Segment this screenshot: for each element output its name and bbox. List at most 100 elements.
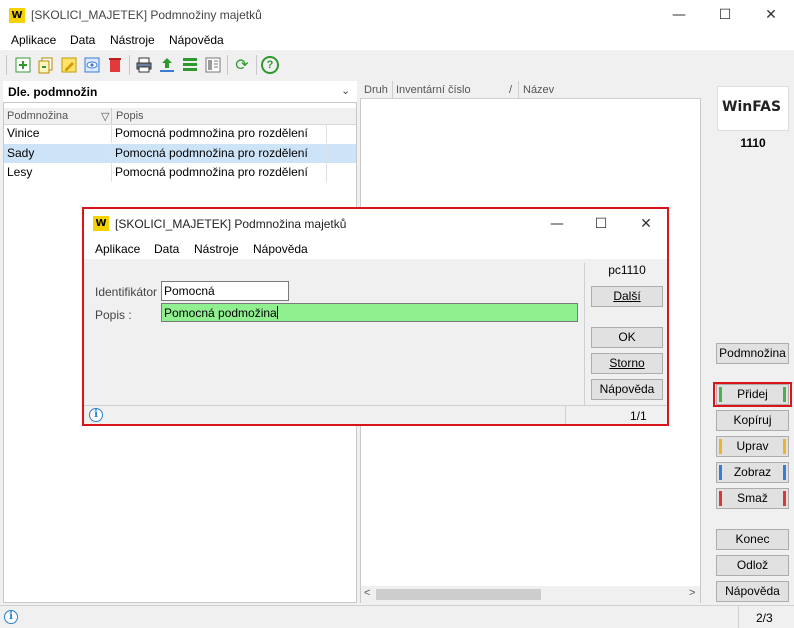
info-icon[interactable]: i bbox=[4, 610, 18, 624]
copy-icon[interactable] bbox=[36, 55, 56, 75]
popis-field-value: Pomocná podmožina bbox=[164, 306, 277, 320]
column-header-podmnozina[interactable]: Podmnožina bbox=[7, 110, 68, 122]
zobraz-button[interactable]: Zobraz bbox=[716, 462, 789, 483]
dialog-menu-data[interactable]: Data bbox=[154, 242, 179, 256]
list-icon[interactable] bbox=[180, 55, 200, 75]
zobraz-button-label: Zobraz bbox=[733, 465, 772, 479]
app-logo-icon: W bbox=[9, 8, 25, 23]
scroll-right-icon[interactable]: > bbox=[689, 587, 695, 599]
column-header-popis[interactable]: Popis bbox=[116, 110, 144, 122]
uprav-button[interactable]: Uprav bbox=[716, 436, 789, 457]
identifikator-field[interactable]: Pomocná bbox=[161, 281, 289, 301]
pridej-button-label: Přidej bbox=[737, 387, 768, 401]
pridej-button[interactable]: Přidej bbox=[716, 384, 789, 405]
storno-button-label: Storno bbox=[609, 356, 645, 370]
cell-popis: Pomocná podmnožina pro rozdělení bbox=[115, 146, 308, 160]
color-marker bbox=[719, 387, 722, 402]
delete-icon[interactable] bbox=[105, 55, 125, 75]
dialog-menu-nastroje[interactable]: Nástroje bbox=[194, 242, 239, 256]
cell-divider bbox=[111, 144, 112, 163]
smaz-button[interactable]: Smaž bbox=[716, 488, 789, 509]
scrollbar-thumb[interactable] bbox=[376, 589, 541, 600]
subset-dialog: W [SKOLICI_MAJETEK] Podmnožina majetků —… bbox=[82, 207, 669, 426]
dialog-page-indicator: 1/1 bbox=[630, 409, 647, 423]
page-indicator: 2/3 bbox=[756, 611, 773, 625]
menu-data[interactable]: Data bbox=[70, 33, 95, 47]
odloz-button-label: Odlož bbox=[736, 558, 769, 572]
cell-divider bbox=[111, 124, 112, 143]
konec-button-label: Konec bbox=[735, 532, 770, 546]
popis-label: Popis : bbox=[95, 308, 132, 322]
table-row-selected[interactable]: Sady Pomocná podmnožina pro rozdělení bbox=[4, 144, 356, 163]
column-divider bbox=[111, 108, 112, 125]
scroll-left-icon[interactable]: < bbox=[364, 587, 370, 599]
napoveda-button[interactable]: Nápověda bbox=[716, 581, 789, 602]
smaz-button-label: Smaž bbox=[737, 491, 768, 505]
color-marker bbox=[783, 439, 786, 454]
refresh-icon[interactable]: ⟳ bbox=[232, 55, 252, 75]
cell-podmnozina: Sady bbox=[7, 146, 35, 160]
dialog-close-button[interactable]: ✕ bbox=[623, 209, 669, 239]
color-marker bbox=[783, 387, 786, 402]
status-divider bbox=[565, 406, 566, 424]
column-header-inventarni-cislo[interactable]: Inventární číslo bbox=[396, 84, 471, 96]
module-code: 1110 bbox=[740, 136, 766, 150]
dialog-menu-aplikace[interactable]: Aplikace bbox=[95, 242, 140, 256]
columns-icon[interactable] bbox=[203, 55, 223, 75]
kopiruj-button[interactable]: Kopíruj bbox=[716, 410, 789, 431]
menu-napoveda[interactable]: Nápověda bbox=[169, 33, 224, 47]
cell-divider bbox=[111, 163, 112, 182]
storno-button[interactable]: Storno bbox=[591, 353, 663, 374]
dialog-napoveda-button[interactable]: Nápověda bbox=[591, 379, 663, 400]
dialog-minimize-button[interactable]: — bbox=[534, 209, 580, 239]
horizontal-scrollbar[interactable]: < > bbox=[361, 586, 700, 603]
ok-button[interactable]: OK bbox=[591, 327, 663, 348]
print-icon[interactable] bbox=[134, 55, 154, 75]
view-selector-label: Dle. podmnožin bbox=[8, 85, 98, 99]
dialog-maximize-button[interactable]: ☐ bbox=[578, 209, 624, 239]
odloz-button[interactable]: Odlož bbox=[716, 555, 789, 576]
ok-button-label: OK bbox=[618, 330, 636, 344]
menu-aplikace[interactable]: Aplikace bbox=[11, 33, 56, 47]
export-icon[interactable] bbox=[157, 55, 177, 75]
info-icon[interactable]: i bbox=[89, 408, 103, 422]
napoveda-button-label: Nápověda bbox=[725, 584, 780, 598]
main-title-bar: W [SKOLICI_MAJETEK] Podmnožiny majetků —… bbox=[0, 0, 794, 30]
dalsi-button[interactable]: Další bbox=[591, 286, 663, 307]
status-divider bbox=[738, 606, 739, 628]
popis-field[interactable]: Pomocná podmožina bbox=[161, 303, 578, 322]
subset-table-header: Podmnožina ▽ Popis bbox=[4, 108, 356, 125]
table-row[interactable]: Lesy Pomocná podmnožina pro rozdělení bbox=[4, 163, 356, 182]
table-row[interactable]: Vinice Pomocná podmnožina pro rozdělení bbox=[4, 124, 356, 143]
text-cursor bbox=[276, 306, 278, 319]
color-marker bbox=[719, 465, 722, 480]
help-icon[interactable]: ? bbox=[261, 56, 279, 74]
app-logo-icon: W bbox=[93, 216, 109, 231]
dialog-divider bbox=[584, 263, 585, 405]
color-marker bbox=[783, 465, 786, 480]
minimize-button[interactable]: — bbox=[656, 0, 702, 30]
action-panel bbox=[710, 81, 794, 603]
maximize-button[interactable]: ☐ bbox=[702, 0, 748, 30]
podmnozina-button[interactable]: Podmnožina bbox=[716, 343, 789, 364]
podmnozina-button-label: Podmnožina bbox=[719, 346, 786, 360]
column-divider bbox=[392, 81, 393, 99]
view-icon[interactable] bbox=[82, 55, 102, 75]
toolbar-separator bbox=[129, 55, 130, 75]
chevron-down-icon[interactable]: ⌄ bbox=[341, 84, 350, 97]
column-header-druh[interactable]: Druh bbox=[364, 84, 388, 96]
menu-nastroje[interactable]: Nástroje bbox=[110, 33, 155, 47]
add-icon[interactable] bbox=[13, 55, 33, 75]
dialog-body: Identifikátor Pomocná Popis : Pomocná po… bbox=[84, 259, 667, 405]
close-button[interactable]: ✕ bbox=[748, 0, 794, 30]
dialog-title: [SKOLICI_MAJETEK] Podmnožina majetků bbox=[115, 217, 347, 231]
edit-icon[interactable] bbox=[59, 55, 79, 75]
sort-icon: / bbox=[509, 84, 513, 96]
konec-button[interactable]: Konec bbox=[716, 529, 789, 550]
toolbar-separator bbox=[6, 55, 7, 75]
column-header-nazev[interactable]: Název bbox=[523, 84, 554, 96]
cell-divider bbox=[326, 124, 327, 143]
dialog-menu-napoveda[interactable]: Nápověda bbox=[253, 242, 308, 256]
sort-icon: ▽ bbox=[101, 111, 110, 123]
view-selector[interactable]: Dle. podmnožin ⌄ bbox=[3, 81, 357, 103]
